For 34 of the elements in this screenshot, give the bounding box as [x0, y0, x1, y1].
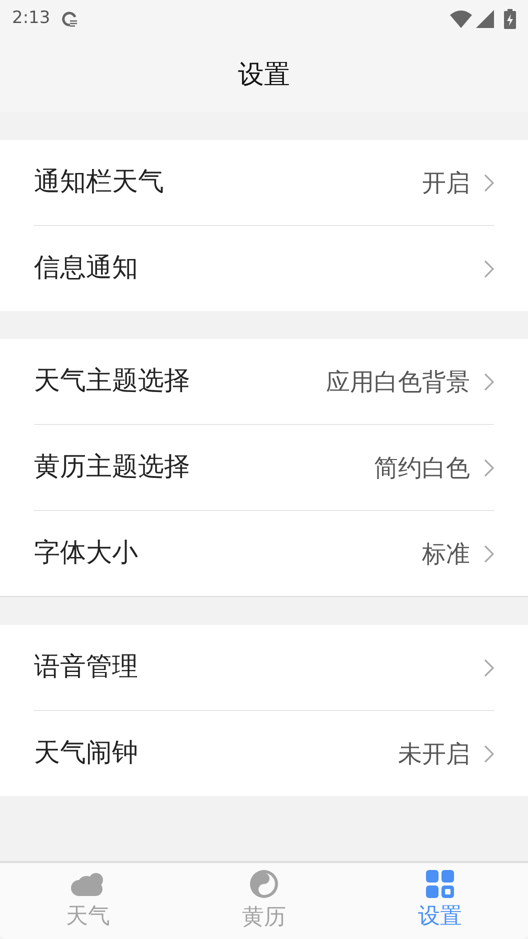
settings-row[interactable]: 天气主题选择 应用白色背景: [34, 339, 494, 424]
row-label: 语音管理: [34, 651, 138, 684]
chevron-right-icon: [484, 658, 494, 676]
row-value: 简约白色: [374, 452, 470, 484]
grid-icon: [426, 870, 454, 898]
settings-row[interactable]: 信息通知: [34, 226, 494, 311]
wifi-icon: [450, 10, 472, 28]
settings-row[interactable]: 黄历主题选择 简约白色: [34, 425, 494, 510]
settings-row[interactable]: 通知栏天气 开启: [34, 140, 494, 225]
chevron-right-icon: [484, 744, 494, 762]
settings-row[interactable]: 字体大小 标准: [34, 511, 494, 596]
notification-icon: [62, 11, 78, 27]
row-label: 字体大小: [34, 537, 138, 570]
chevron-right-icon: [484, 544, 494, 562]
row-label: 信息通知: [34, 252, 138, 285]
row-label: 黄历主题选择: [34, 451, 190, 484]
row-label: 天气闹钟: [34, 737, 138, 770]
row-value: 未开启: [398, 738, 470, 770]
status-time: 2:13: [12, 7, 50, 30]
page-title: 设置: [238, 58, 290, 92]
row-value: 开启: [422, 168, 470, 198]
yin-yang-icon: [249, 868, 279, 898]
battery-icon: [504, 9, 516, 29]
chevron-right-icon: [484, 458, 494, 476]
row-label: 通知栏天气: [34, 166, 164, 199]
settings-row[interactable]: 天气闹钟 未开启: [34, 711, 494, 796]
chevron-right-icon: [484, 174, 494, 192]
row-value: 标准: [422, 538, 470, 570]
row-value: 应用白色背景: [326, 366, 470, 398]
chevron-right-icon: [484, 260, 494, 278]
signal-icon: [476, 10, 494, 28]
settings-row[interactable]: 语音管理: [34, 625, 494, 710]
row-label: 天气主题选择: [34, 365, 190, 398]
chevron-right-icon: [484, 372, 494, 390]
